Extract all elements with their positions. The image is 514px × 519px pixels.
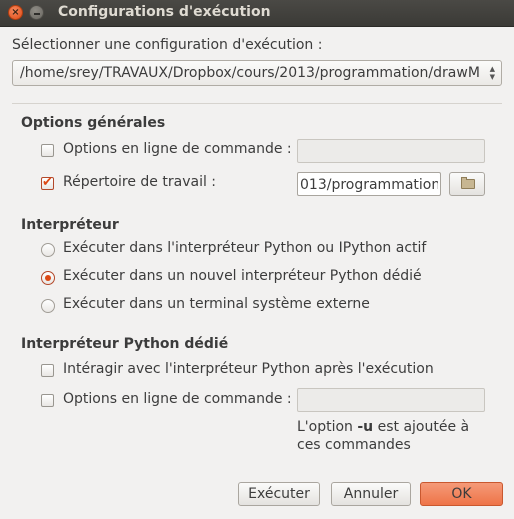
general-cmdline-checkbox[interactable] [41, 144, 54, 157]
select-config-label: Sélectionner une configuration d'exécuti… [12, 37, 323, 53]
config-combo-value: /home/srey/TRAVAUX/Dropbox/cours/2013/pr… [20, 65, 480, 81]
interpreter-option-label: Exécuter dans un nouvel interpréteur Pyt… [63, 268, 422, 284]
close-icon: × [11, 6, 20, 18]
general-cmdline-field[interactable] [297, 139, 485, 163]
interpreter-radio-terminal[interactable] [41, 299, 55, 313]
title-bar: × Configurations d'exécution [0, 0, 514, 27]
flag-u: -u [357, 419, 374, 435]
close-window-button[interactable]: × [8, 5, 23, 20]
folder-icon [461, 177, 475, 189]
config-combo[interactable]: /home/srey/TRAVAUX/Dropbox/cours/2013/pr… [12, 60, 502, 86]
dedicated-cmdline-checkbox[interactable] [41, 394, 54, 407]
interpreter-radio-dedicated[interactable] [41, 271, 55, 285]
workdir-checkbox[interactable] [41, 175, 54, 190]
interact-checkbox[interactable] [41, 364, 54, 377]
general-options-title: Options générales [21, 115, 166, 131]
interpreter-radio-active[interactable] [41, 243, 55, 257]
workdir-field[interactable]: 013/programmation [297, 172, 441, 196]
window-title: Configurations d'exécution [58, 4, 271, 20]
cancel-button[interactable]: Annuler [331, 482, 411, 506]
updown-arrows-icon: ▲ ▼ [489, 65, 495, 81]
minimize-icon [33, 13, 40, 15]
dedicated-cmdline-field[interactable] [297, 388, 485, 412]
interpreter-option-label: Exécuter dans un terminal système extern… [63, 296, 370, 312]
dedicated-cmdline-label: Options en ligne de commande : [63, 391, 292, 407]
minimize-window-button[interactable] [29, 5, 44, 20]
interpreter-title: Interpréteur [21, 217, 119, 233]
ok-button[interactable]: OK [420, 482, 503, 506]
interpreter-option-label: Exécuter dans l'interpréteur Python ou I… [63, 240, 427, 256]
execute-button[interactable]: Exécuter [238, 482, 320, 506]
workdir-field-value: 013/programmation [300, 177, 438, 193]
unbuffered-note: L'option -u est ajoutée à ces commandes [297, 419, 470, 453]
browse-folder-button[interactable] [449, 172, 485, 196]
workdir-label: Répertoire de travail : [63, 174, 217, 190]
interact-label: Intéragir avec l'interpréteur Python apr… [63, 361, 434, 377]
separator [12, 103, 502, 104]
general-cmdline-label: Options en ligne de commande : [63, 141, 292, 157]
dedicated-interpreter-title: Interpréteur Python dédié [21, 336, 229, 352]
